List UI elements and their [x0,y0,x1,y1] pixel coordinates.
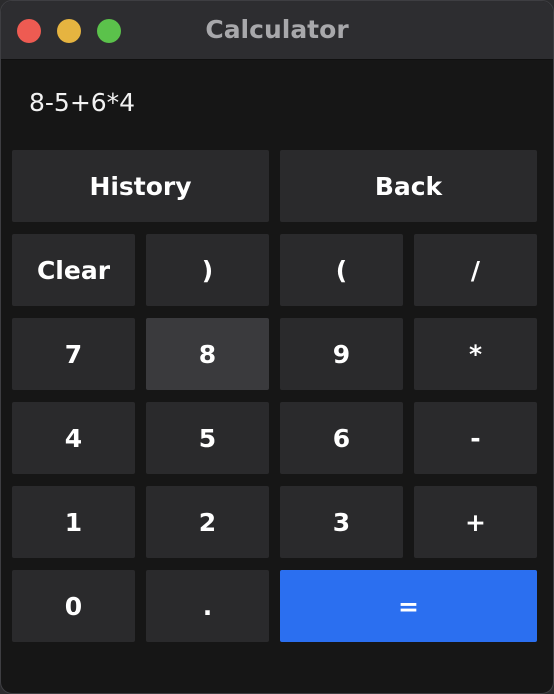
digit-7-button[interactable]: 7 [12,318,135,390]
digit-2-button[interactable]: 2 [146,486,269,558]
expression-display: 8-5+6*4 [29,88,136,117]
left-paren-button[interactable]: ( [280,234,403,306]
back-button[interactable]: Back [280,150,537,222]
plus-button[interactable]: + [414,486,537,558]
window-title: Calculator [205,15,349,44]
equals-button[interactable]: = [280,570,537,642]
digit-9-button[interactable]: 9 [280,318,403,390]
multiply-button[interactable]: * [414,318,537,390]
title-bar[interactable]: Calculator [1,1,553,60]
digit-3-button[interactable]: 3 [280,486,403,558]
digit-5-button[interactable]: 5 [146,402,269,474]
digit-4-button[interactable]: 4 [12,402,135,474]
history-button[interactable]: History [12,150,269,222]
digit-0-button[interactable]: 0 [12,570,135,642]
digit-1-button[interactable]: 1 [12,486,135,558]
digit-8-button[interactable]: 8 [146,318,269,390]
decimal-point-button[interactable]: . [146,570,269,642]
digit-6-button[interactable]: 6 [280,402,403,474]
calculator-window: Calculator 8-5+6*4 History Back Clear ) … [0,0,554,694]
right-paren-button[interactable]: ) [146,234,269,306]
clear-button[interactable]: Clear [12,234,135,306]
divide-button[interactable]: / [414,234,537,306]
minus-button[interactable]: - [414,402,537,474]
